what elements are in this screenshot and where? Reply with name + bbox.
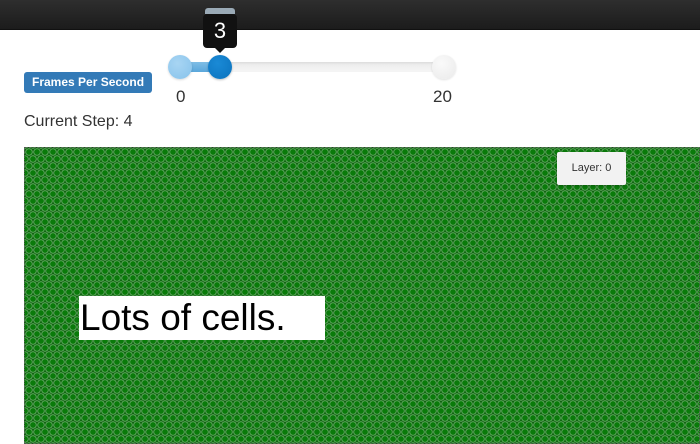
tooltip-arrow [214, 47, 226, 53]
slider-value-tooltip: 3 [203, 8, 237, 53]
grid-caption: Lots of cells. [79, 296, 325, 340]
slider-min-handle[interactable] [168, 55, 192, 79]
slider-max-label: 20 [433, 87, 452, 106]
slider-max-handle[interactable] [432, 55, 456, 79]
slider-value-handle[interactable] [207, 55, 232, 79]
current-step-text: Current Step: 4 [24, 113, 133, 130]
tooltip-value: 3 [203, 14, 237, 48]
layer-indicator: Layer: 0 [557, 152, 626, 185]
frames-per-second-label: Frames Per Second [24, 72, 153, 93]
top-navbar [0, 0, 700, 30]
fps-slider[interactable] [168, 54, 458, 82]
slider-min-label: 0 [176, 87, 186, 106]
